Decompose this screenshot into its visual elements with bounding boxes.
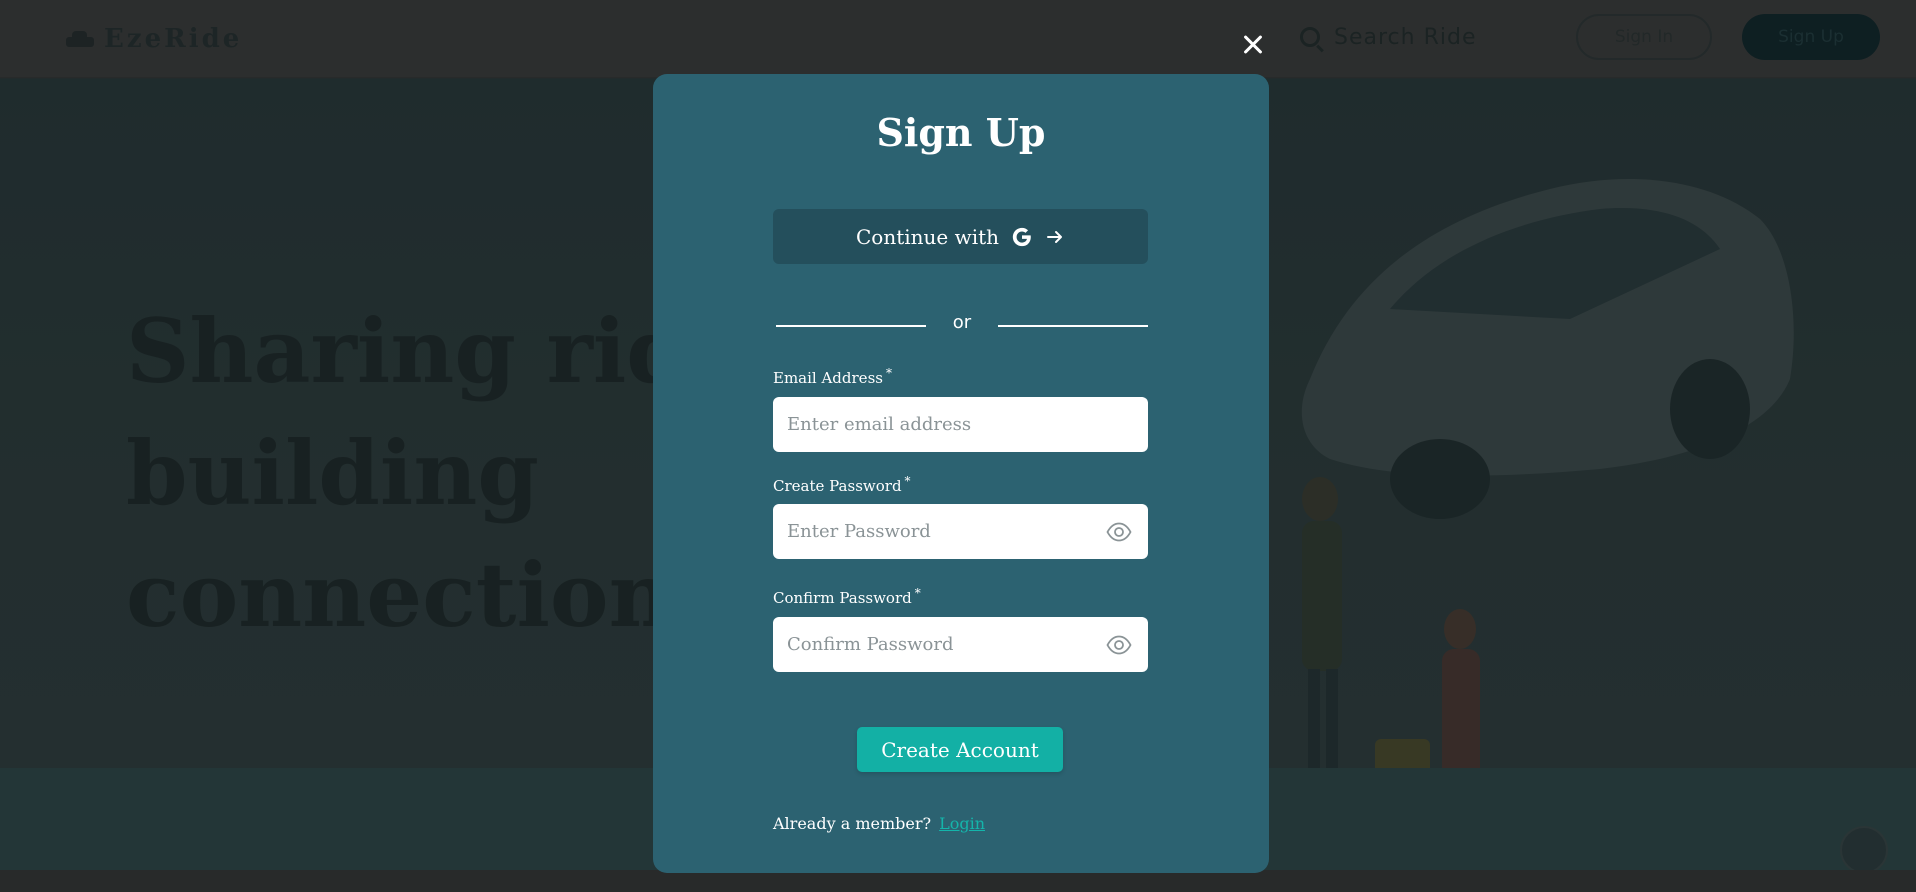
password-field[interactable]	[773, 504, 1148, 559]
create-account-button[interactable]: Create Account	[857, 727, 1063, 772]
confirm-password-field[interactable]	[773, 617, 1148, 672]
password-label-text: Create Password	[773, 477, 902, 495]
password-label: Create Password *	[773, 474, 911, 495]
google-icon	[1012, 227, 1031, 246]
continue-with-google-button[interactable]: Continue with	[773, 209, 1148, 264]
email-field-wrapper	[773, 397, 1148, 452]
confirm-password-label-text: Confirm Password	[773, 589, 912, 607]
required-mark: *	[904, 474, 911, 488]
required-mark: *	[914, 586, 921, 600]
divider-text: or	[952, 312, 972, 333]
signup-modal: Sign Up Continue with or Email Address * …	[653, 74, 1269, 873]
confirm-password-label: Confirm Password *	[773, 586, 921, 607]
email-label: Email Address *	[773, 366, 892, 387]
eye-icon[interactable]	[1106, 522, 1132, 542]
email-label-text: Email Address	[773, 369, 883, 387]
confirm-password-field-wrapper	[773, 617, 1148, 672]
member-prompt: Already a member?	[773, 813, 932, 833]
divider-line	[998, 325, 1148, 327]
or-divider: or	[776, 311, 1148, 341]
eye-icon[interactable]	[1106, 635, 1132, 655]
google-button-label: Continue with	[855, 224, 1000, 249]
required-mark: *	[885, 366, 892, 380]
close-icon[interactable]	[1238, 30, 1268, 60]
email-field[interactable]	[773, 397, 1148, 452]
password-field-wrapper	[773, 504, 1148, 559]
already-member-row: Already a member? Login	[773, 812, 985, 834]
login-link[interactable]: Login	[939, 814, 985, 833]
arrow-right-icon	[1047, 230, 1063, 243]
modal-title: Sign Up	[876, 110, 1046, 155]
